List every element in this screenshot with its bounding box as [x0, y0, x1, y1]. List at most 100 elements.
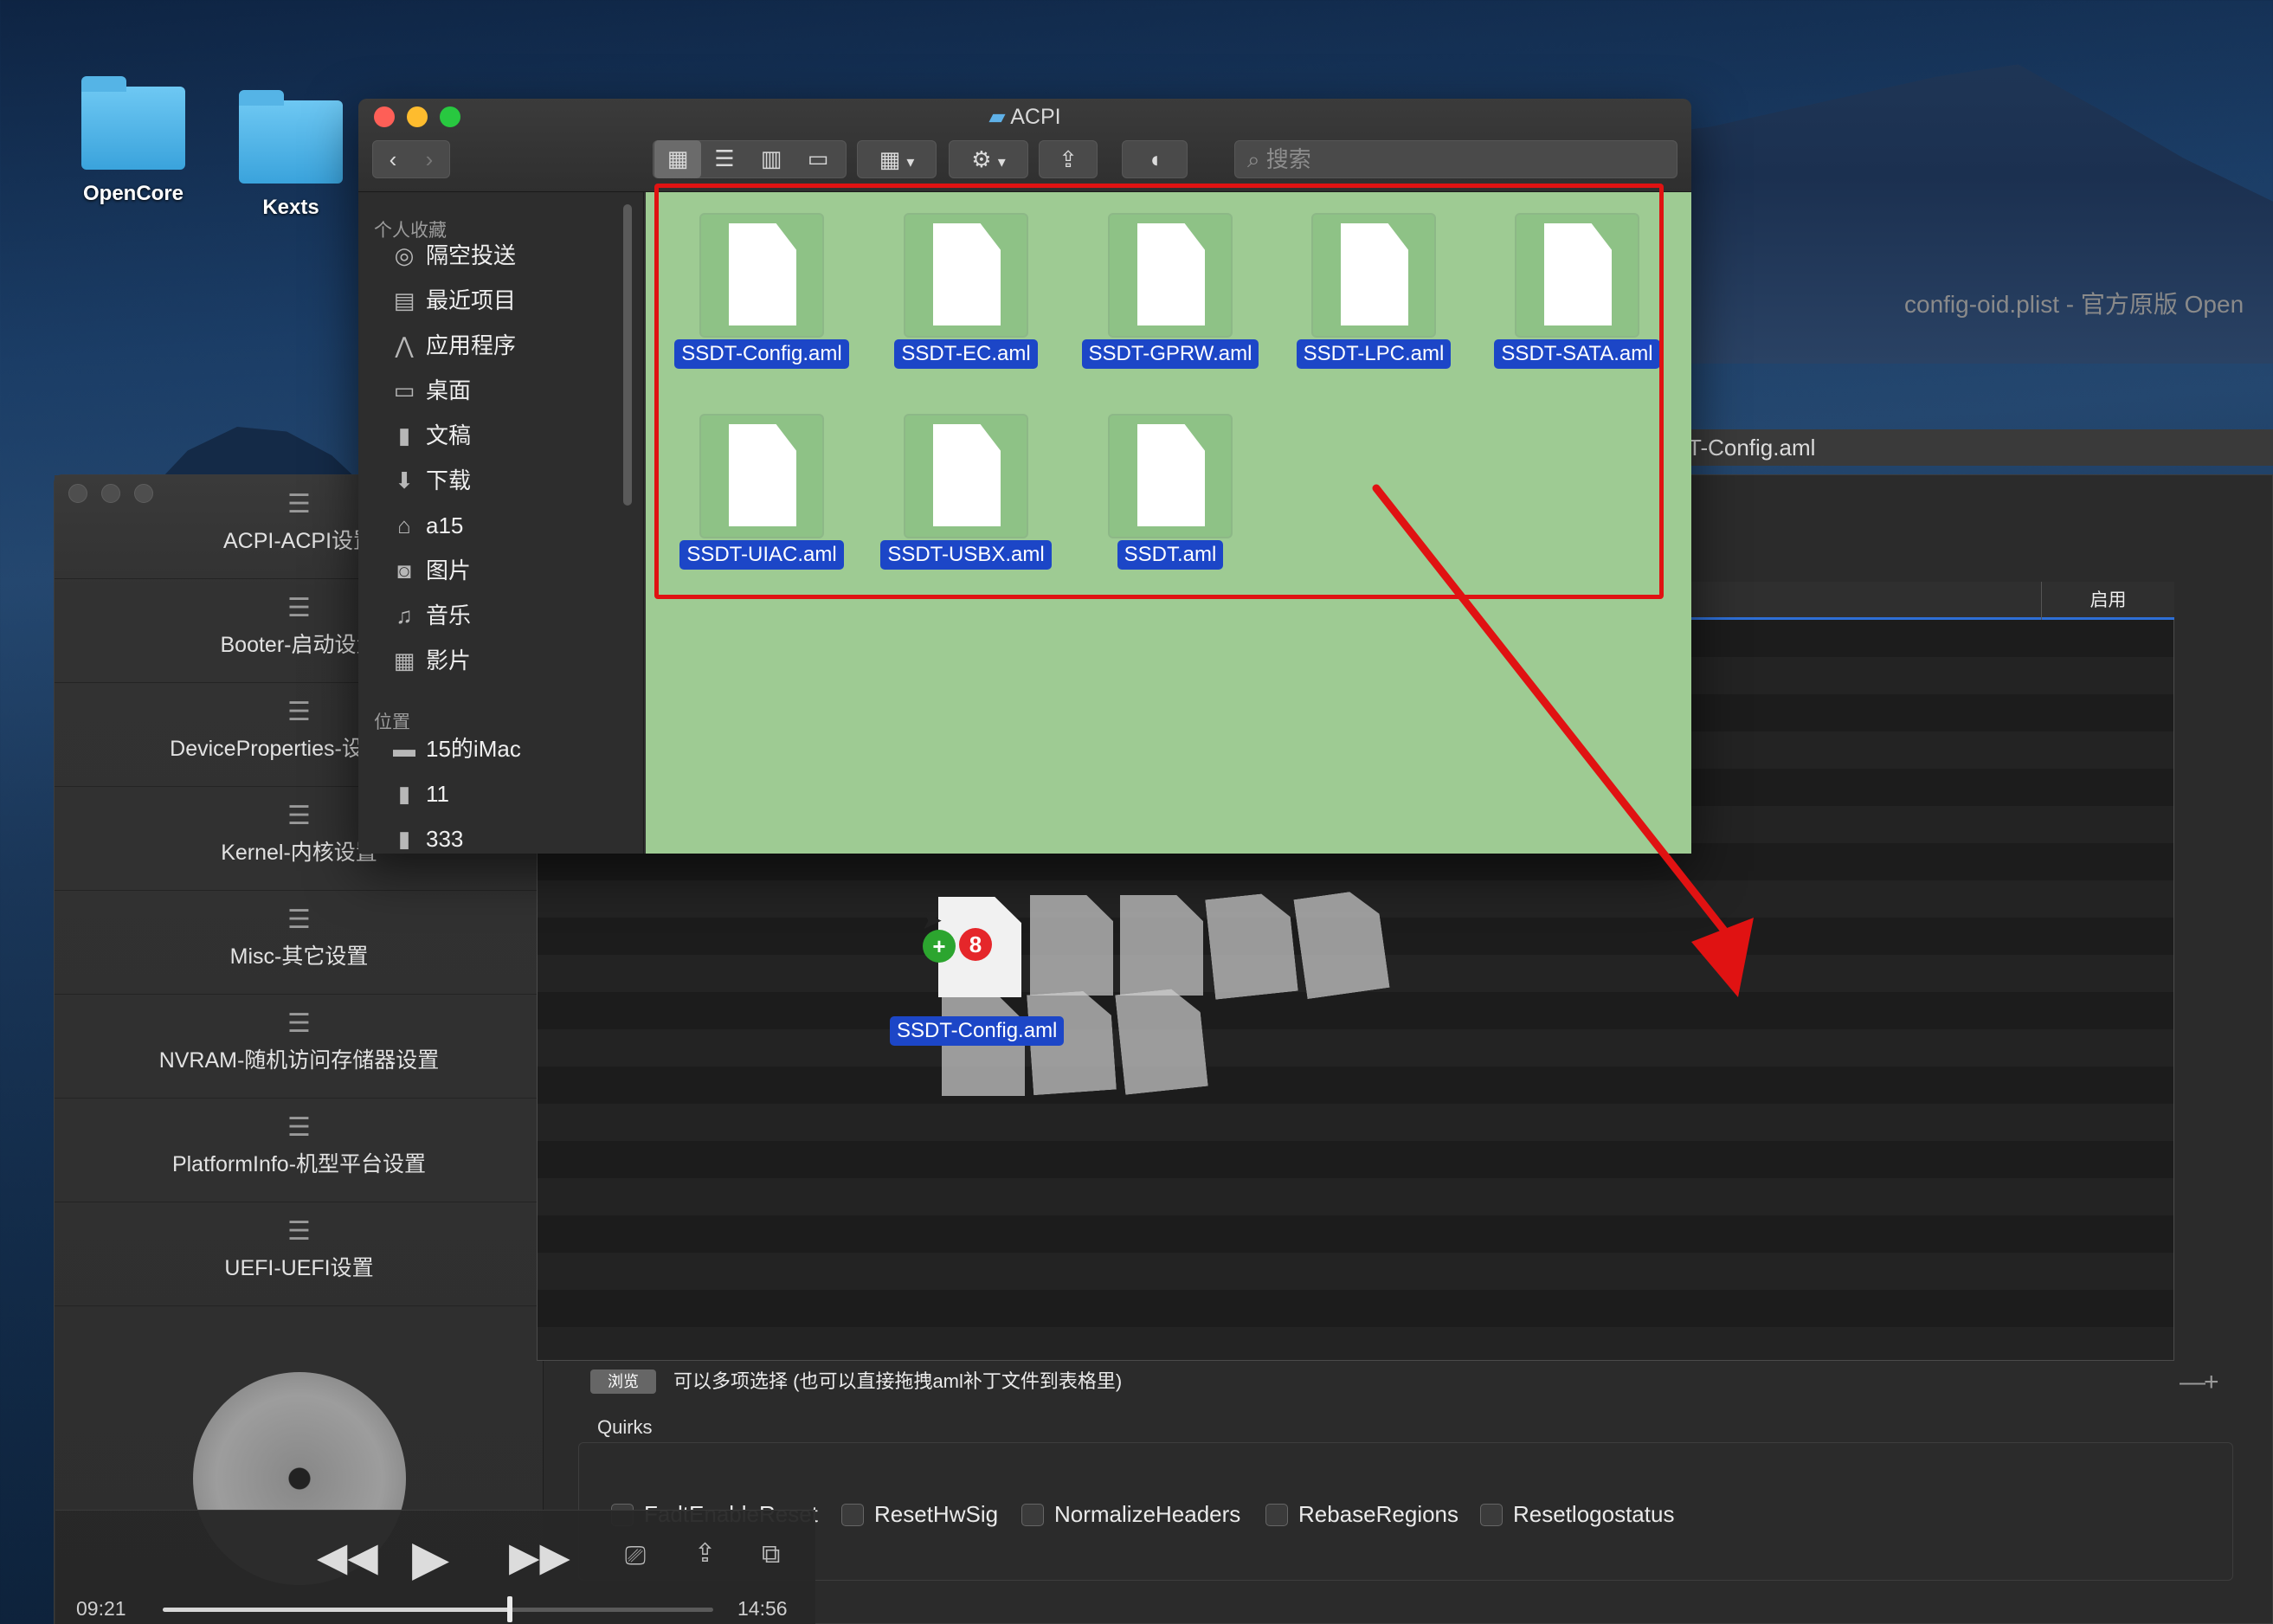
sidebar-item-label: 影片 — [426, 648, 472, 673]
desktop-folder-kexts[interactable]: Kexts — [230, 90, 351, 220]
config-window-title: config-oid.plist - 官方原版 Open — [1904, 291, 2244, 318]
disk-icon: ▮ — [397, 826, 411, 852]
quirks-title: Quirks — [597, 1416, 653, 1438]
sidebar-item-applications[interactable]: ⋀ 应用程序 — [390, 331, 516, 360]
checkbox[interactable] — [841, 1504, 864, 1526]
browse-button[interactable]: 浏览 — [590, 1369, 656, 1394]
sidebar-item-nvram[interactable]: ☰ NVRAM-随机访问存储器设置 — [55, 995, 544, 1099]
icon-view-icon[interactable]: ▦ — [654, 140, 701, 178]
sidebar-item-uefi[interactable]: ☰ UEFI-UEFI设置 — [55, 1202, 544, 1306]
fast-forward-icon[interactable]: ▶▶ — [509, 1533, 570, 1580]
sidebar-item-music[interactable]: ♫ 音乐 — [390, 601, 471, 630]
checkbox[interactable] — [1021, 1504, 1044, 1526]
column-header-enabled[interactable]: 启用 — [2041, 582, 2174, 620]
sidebar-item-label: NVRAM-随机访问存储器设置 — [158, 1048, 440, 1073]
sidebar-item-label: ACPI-ACPI设置 — [222, 529, 376, 553]
sidebar-item-platforminfo[interactable]: ☰ PlatformInfo-机型平台设置 — [55, 1099, 544, 1202]
sidebar-item-downloads[interactable]: ⬇ 下载 — [390, 466, 471, 495]
tags-button[interactable]: ◖ — [1122, 140, 1188, 178]
checkbox[interactable] — [1480, 1504, 1503, 1526]
sidebar-item-label: a15 — [426, 512, 464, 538]
drag-count-badge: 8 — [959, 928, 992, 961]
folder-icon — [239, 90, 343, 184]
media-control-bar: ◀◀ ▶ ▶▶ ⎚ ⇪ ⧉ 09:21 14:56 — [55, 1510, 815, 1624]
list-icon: ☰ — [287, 905, 311, 934]
sidebar-item-label: 隔空投送 — [426, 242, 517, 268]
search-icon: ⌕ — [1247, 146, 1266, 172]
column-view-icon[interactable]: ▥ — [748, 140, 795, 178]
back-forward-buttons: ‹ › — [372, 140, 450, 178]
gear-icon: ⚙ — [971, 146, 992, 172]
sidebar-item-label: 图片 — [426, 557, 472, 583]
sidebar-item-label: Misc-其它设置 — [229, 944, 369, 969]
applications-icon: ⋀ — [395, 332, 414, 358]
list-view-icon[interactable]: ☰ — [701, 140, 748, 178]
sidebar-item-disk-11[interactable]: ▮ 11 — [390, 779, 449, 809]
chevron-down-icon: ▾ — [906, 153, 915, 171]
share-icon: ⇪ — [1059, 146, 1078, 172]
sidebar-item-home[interactable]: ⌂ a15 — [390, 511, 463, 540]
desktop-folder-opencore[interactable]: OpenCore — [73, 76, 194, 206]
disk-icon: ▮ — [397, 781, 411, 807]
checkbox-label: Resetlogostatus — [1513, 1501, 1675, 1527]
share-icon[interactable]: ⇪ — [694, 1538, 716, 1569]
drag-file-label: SSDT-Config.aml — [890, 1016, 1065, 1046]
play-icon[interactable]: ▶ — [412, 1530, 449, 1587]
sidebar-item-label: 下载 — [426, 467, 472, 493]
gallery-view-icon[interactable]: ▭ — [795, 140, 841, 178]
sidebar-item-documents[interactable]: ▮ 文稿 — [390, 421, 471, 450]
list-icon: ☰ — [287, 698, 311, 726]
search-input[interactable]: ⌕ 搜索 — [1234, 140, 1677, 178]
sidebar-item-pictures[interactable]: ◙ 图片 — [390, 556, 471, 585]
add-row-button[interactable]: + — [2204, 1368, 2219, 1397]
share-button[interactable]: ⇪ — [1039, 140, 1098, 178]
back-icon[interactable]: ‹ — [375, 141, 411, 177]
sidebar-item-label: Kernel-内核设置 — [221, 841, 377, 865]
list-icon: ☰ — [287, 1217, 311, 1246]
sidebar-item-label: UEFI-UEFI设置 — [224, 1256, 374, 1280]
quirk-resethwsig[interactable]: ResetHwSig — [841, 1501, 998, 1527]
list-icon: ☰ — [287, 1113, 311, 1142]
sidebar-item-recents[interactable]: ▤ 最近项目 — [390, 286, 516, 315]
picture-in-picture-icon[interactable]: ⧉ — [762, 1540, 780, 1569]
sidebar-item-label: 桌面 — [426, 377, 472, 403]
action-menu-button[interactable]: ⚙ ▾ — [949, 140, 1028, 178]
annotation-arrow-icon — [1372, 484, 1754, 997]
quirk-resetlogostatus[interactable]: Resetlogostatus — [1480, 1501, 1674, 1527]
sidebar-item-label: 11 — [426, 781, 449, 807]
sidebar-item-desktop[interactable]: ▭ 桌面 — [390, 376, 471, 405]
camera-icon: ◙ — [397, 557, 411, 583]
search-placeholder: 搜索 — [1265, 146, 1311, 172]
list-icon: ☰ — [287, 490, 311, 519]
list-icon: ☰ — [287, 594, 311, 622]
sidebar-item-movies[interactable]: ▦ 影片 — [390, 646, 471, 675]
finder-toolbar: ▰ ACPI ‹ › ▦ ☰ ▥ ▭ ▦ ▾ ⚙ ▾ ⇪ ◖ ⌕ 搜索 — [358, 99, 1691, 192]
checkbox[interactable] — [1265, 1504, 1288, 1526]
sidebar-item-label: 音乐 — [426, 603, 472, 628]
sidebar-item-disk-333[interactable]: ▮ 333 — [390, 824, 464, 854]
sidebar-item-airdrop[interactable]: ◎ 隔空投送 — [390, 241, 516, 270]
selected-file-path: T-Config.aml — [1688, 429, 2273, 466]
locations-header: 位置 — [374, 712, 410, 732]
total-time: 14:56 — [737, 1597, 788, 1620]
quirk-rebaseregions[interactable]: RebaseRegions — [1265, 1501, 1458, 1527]
scrubber-progress — [163, 1608, 510, 1612]
rewind-icon[interactable]: ◀◀ — [317, 1533, 378, 1580]
drag-hint-text: 可以多项选择 (也可以直接拖拽aml补丁文件到表格里) — [673, 1370, 1123, 1392]
remove-row-button[interactable]: — — [2180, 1368, 2205, 1397]
elapsed-time: 09:21 — [76, 1597, 126, 1620]
sidebar-item-imac[interactable]: ▬ 15的iMac — [390, 734, 521, 764]
playback-scrubber[interactable] — [163, 1596, 713, 1622]
film-icon: ▦ — [393, 648, 415, 673]
group-by-button[interactable]: ▦ ▾ — [857, 140, 937, 178]
desktop-folder-label: Kexts — [262, 196, 319, 219]
sidebar-scrollbar[interactable] — [623, 204, 632, 506]
airplay-icon[interactable]: ⎚ — [625, 1542, 646, 1571]
desktop-icon: ▭ — [393, 377, 415, 403]
group-icon: ▦ — [879, 146, 901, 172]
checkbox-label: RebaseRegions — [1298, 1501, 1459, 1527]
scrubber-knob[interactable] — [506, 1596, 512, 1622]
forward-icon[interactable]: › — [411, 141, 448, 177]
sidebar-item-misc[interactable]: ☰ Misc-其它设置 — [55, 891, 544, 995]
quirk-normalizeheaders[interactable]: NormalizeHeaders — [1021, 1501, 1240, 1527]
